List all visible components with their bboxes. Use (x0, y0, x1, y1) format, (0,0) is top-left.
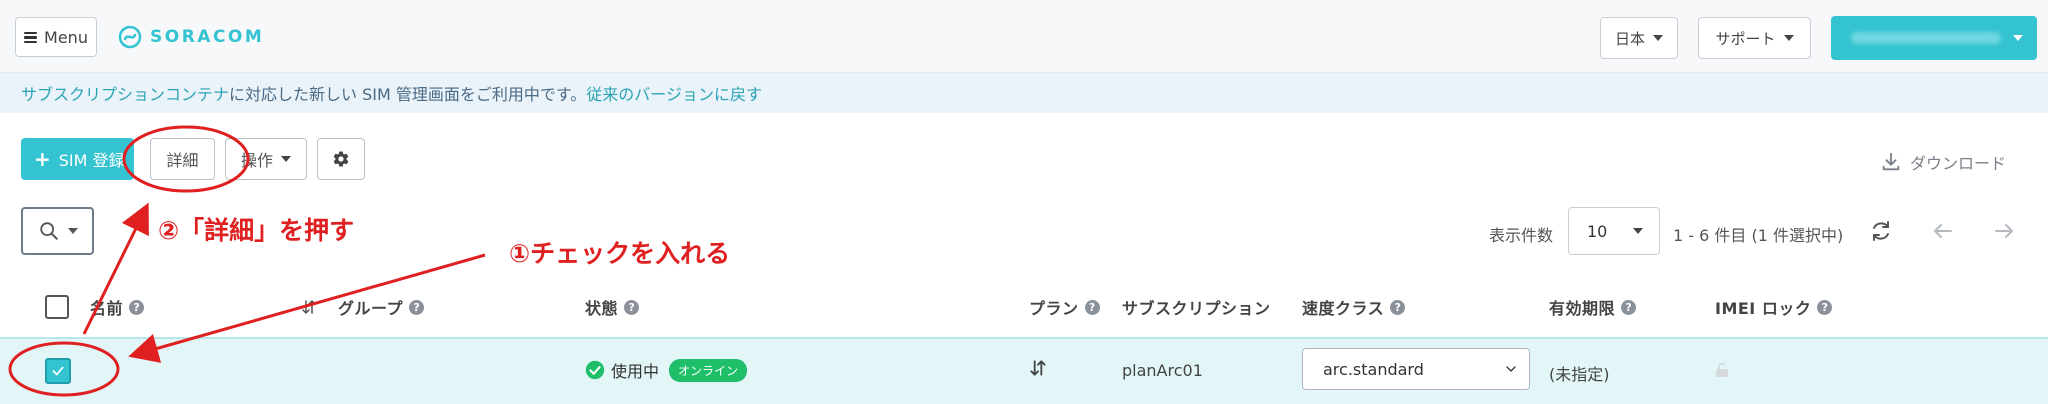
details-highlight-circle (122, 125, 250, 193)
annotation-overlay (8, 125, 486, 397)
arrow-to-details (82, 202, 149, 335)
annotation-step2: ②「詳細」を押す (158, 216, 355, 245)
arrow-to-checkbox (128, 253, 486, 363)
checkbox-highlight-circle (8, 341, 120, 397)
annotation-step1: ①チェックを入れる (509, 239, 731, 268)
